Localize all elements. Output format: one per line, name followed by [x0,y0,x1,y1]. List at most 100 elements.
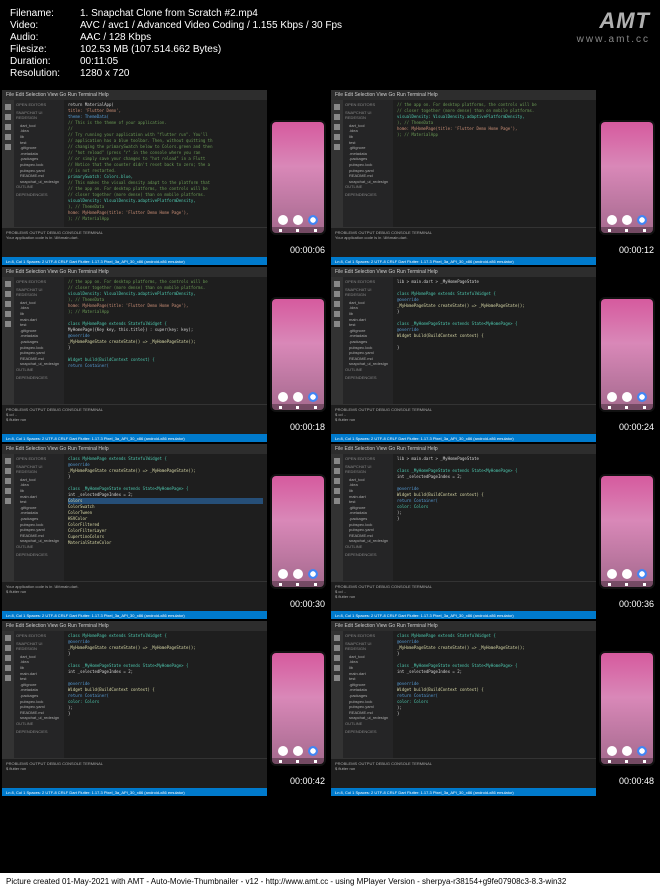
project-label: SNAPCHAT UI REDESIGN [345,464,391,475]
deps-label: DEPENDENCIES [345,375,391,381]
project-label: SNAPCHAT UI REDESIGN [16,641,62,652]
thumbnail-8: File Edit Selection View Go Run Terminal… [331,621,658,796]
phone-navbar [272,227,324,233]
open-editors-label: OPEN EDITORS [345,633,391,639]
thumbnail-grid: File Edit Selection View Go Run Terminal… [0,88,660,798]
vscode-ide: File Edit Selection View Go Run Terminal… [2,267,267,442]
open-editors-label: OPEN EDITORS [345,279,391,285]
thumbnail-4: File Edit Selection View Go Run Terminal… [331,267,658,442]
vscode-ide: File Edit Selection View Go Run Terminal… [2,90,267,265]
terminal-line: $ flutter run [335,766,592,771]
deps-label: DEPENDENCIES [345,729,391,735]
ide-menubar: File Edit Selection View Go Run Terminal… [2,621,267,631]
timestamp: 00:00:24 [619,422,654,432]
ide-menubar: File Edit Selection View Go Run Terminal… [2,267,267,277]
chrome-icon [308,215,318,225]
ide-menubar: File Edit Selection View Go Run Terminal… [2,444,267,454]
phone-screen [272,122,324,233]
outline-label: OUTLINE [16,367,62,373]
open-editors-label: OPEN EDITORS [16,102,62,108]
explorer-sidebar: OPEN EDITORS SNAPCHAT UI REDESIGN dart_t… [14,631,64,758]
thumbnail-7: File Edit Selection View Go Run Terminal… [2,621,329,796]
ide-menubar: File Edit Selection View Go Run Terminal… [331,444,596,454]
deps-label: DEPENDENCIES [16,375,62,381]
deps-label: DEPENDENCIES [16,552,62,558]
code-editor: class MyHomePage extends StatefulWidget … [64,631,267,758]
ide-menubar: File Edit Selection View Go Run Terminal… [331,267,596,277]
terminal-line: $ flutter run [6,589,263,594]
extensions-icon [5,144,11,150]
activity-bar [331,277,343,404]
terminal-panel: PROBLEMS OUTPUT DEBUG CONSOLE TERMINAL $… [2,404,267,434]
phone-dock [272,215,324,225]
explorer-sidebar: OPEN EDITORS SNAPCHAT UI REDESIGN dart_t… [14,100,64,227]
audio-value: AAC / 128 Kbps [80,32,650,43]
phone-emulator [267,267,329,442]
project-label: SNAPCHAT UI REDESIGN [345,641,391,652]
timestamp: 00:00:06 [290,245,325,255]
filename-label: Filename: [10,8,80,19]
deps-label: DEPENDENCIES [16,729,62,735]
timestamp: 00:00:36 [619,599,654,609]
terminal-panel: PROBLEMS OUTPUT DEBUG CONSOLE TERMINAL $… [331,581,596,611]
open-editors-label: OPEN EDITORS [16,456,62,462]
terminal-output: Your application code is in .\lib\main.d… [6,235,263,240]
phone-emulator [267,444,329,619]
filename-value: 1. Snapchat Clone from Scratch #2.mp4 [80,8,650,19]
terminal-panel: Your application code is in .\lib\main.d… [2,581,267,611]
ide-menubar: File Edit Selection View Go Run Terminal… [331,90,596,100]
phone-emulator [596,90,658,265]
code-editor: class MyHomePage extends StatefulWidget … [393,631,596,758]
vscode-ide: File Edit Selection View Go Run Terminal… [331,90,596,265]
deps-label: DEPENDENCIES [16,192,62,198]
code-line: } [68,711,263,717]
outline-label: OUTLINE [16,721,62,727]
footer-credits: Picture created 01-May-2021 with AMT - A… [0,873,660,890]
phone-emulator [267,621,329,796]
video-value: AVC / avc1 / Advanced Video Coding / 1.1… [80,20,650,31]
thumbnail-3: File Edit Selection View Go Run Terminal… [2,267,329,442]
thumbnail-2: File Edit Selection View Go Run Terminal… [331,90,658,265]
filesize-label: Filesize: [10,44,80,55]
code-editor: lib > main.dart > _MyHomePageState class… [393,277,596,404]
logo-url: www.amt.cc [577,34,650,45]
status-bar: Ln 8, Col 1 Spaces: 2 UTF-8 CRLF Dart Fl… [2,788,267,796]
code-line: ); // MaterialApp [397,132,592,138]
project-label: SNAPCHAT UI REDESIGN [345,110,391,121]
phone-emulator [596,444,658,619]
activity-bar [331,454,343,581]
resolution-value: 1280 x 720 [80,68,650,79]
explorer-sidebar: OPEN EDITORS SNAPCHAT UI REDESIGN dart_t… [343,631,393,758]
logo-text: AMT [577,8,650,34]
code-line: } [397,516,592,522]
phone-emulator [596,621,658,796]
code-line: ); // MaterialApp [68,216,263,222]
status-bar: Ln 8, Col 1 Spaces: 2 UTF-8 CRLF Dart Fl… [331,434,596,442]
project-label: SNAPCHAT UI REDESIGN [345,287,391,298]
explorer-sidebar: OPEN EDITORS SNAPCHAT UI REDESIGN dart_t… [343,100,393,227]
timestamp: 00:00:42 [290,776,325,786]
deps-label: DEPENDENCIES [345,192,391,198]
status-bar: Ln 8, Col 1 Spaces: 2 UTF-8 CRLF Dart Fl… [2,611,267,619]
explorer-sidebar: OPEN EDITORS SNAPCHAT UI REDESIGN dart_t… [343,277,393,404]
explorer-sidebar: OPEN EDITORS SNAPCHAT UI REDESIGN dart_t… [14,454,64,581]
metadata-header: Filename: 1. Snapchat Clone from Scratch… [0,0,660,88]
activity-bar [331,100,343,227]
code-line: return Container( [68,363,263,369]
open-editors-label: OPEN EDITORS [16,633,62,639]
open-editors-label: OPEN EDITORS [345,456,391,462]
thumbnail-6: File Edit Selection View Go Run Terminal… [331,444,658,619]
outline-label: OUTLINE [16,544,62,550]
vscode-ide: File Edit Selection View Go Run Terminal… [331,267,596,442]
code-editor: return MaterialApp( title: 'Flutter Demo… [64,100,267,227]
thumbnail-5: File Edit Selection View Go Run Terminal… [2,444,329,619]
explorer-sidebar: OPEN EDITORS SNAPCHAT UI REDESIGN dart_t… [343,454,393,581]
deps-label: DEPENDENCIES [345,552,391,558]
terminal-panel: PROBLEMS OUTPUT DEBUG CONSOLE TERMINAL $… [331,404,596,434]
timestamp: 00:00:30 [290,599,325,609]
open-editors-label: OPEN EDITORS [345,102,391,108]
outline-label: OUTLINE [345,721,391,727]
audio-label: Audio: [10,32,80,43]
terminal-output: Your application code is in .\lib\main.d… [335,235,592,240]
status-bar: Ln 8, Col 1 Spaces: 2 UTF-8 CRLF Dart Fl… [2,434,267,442]
